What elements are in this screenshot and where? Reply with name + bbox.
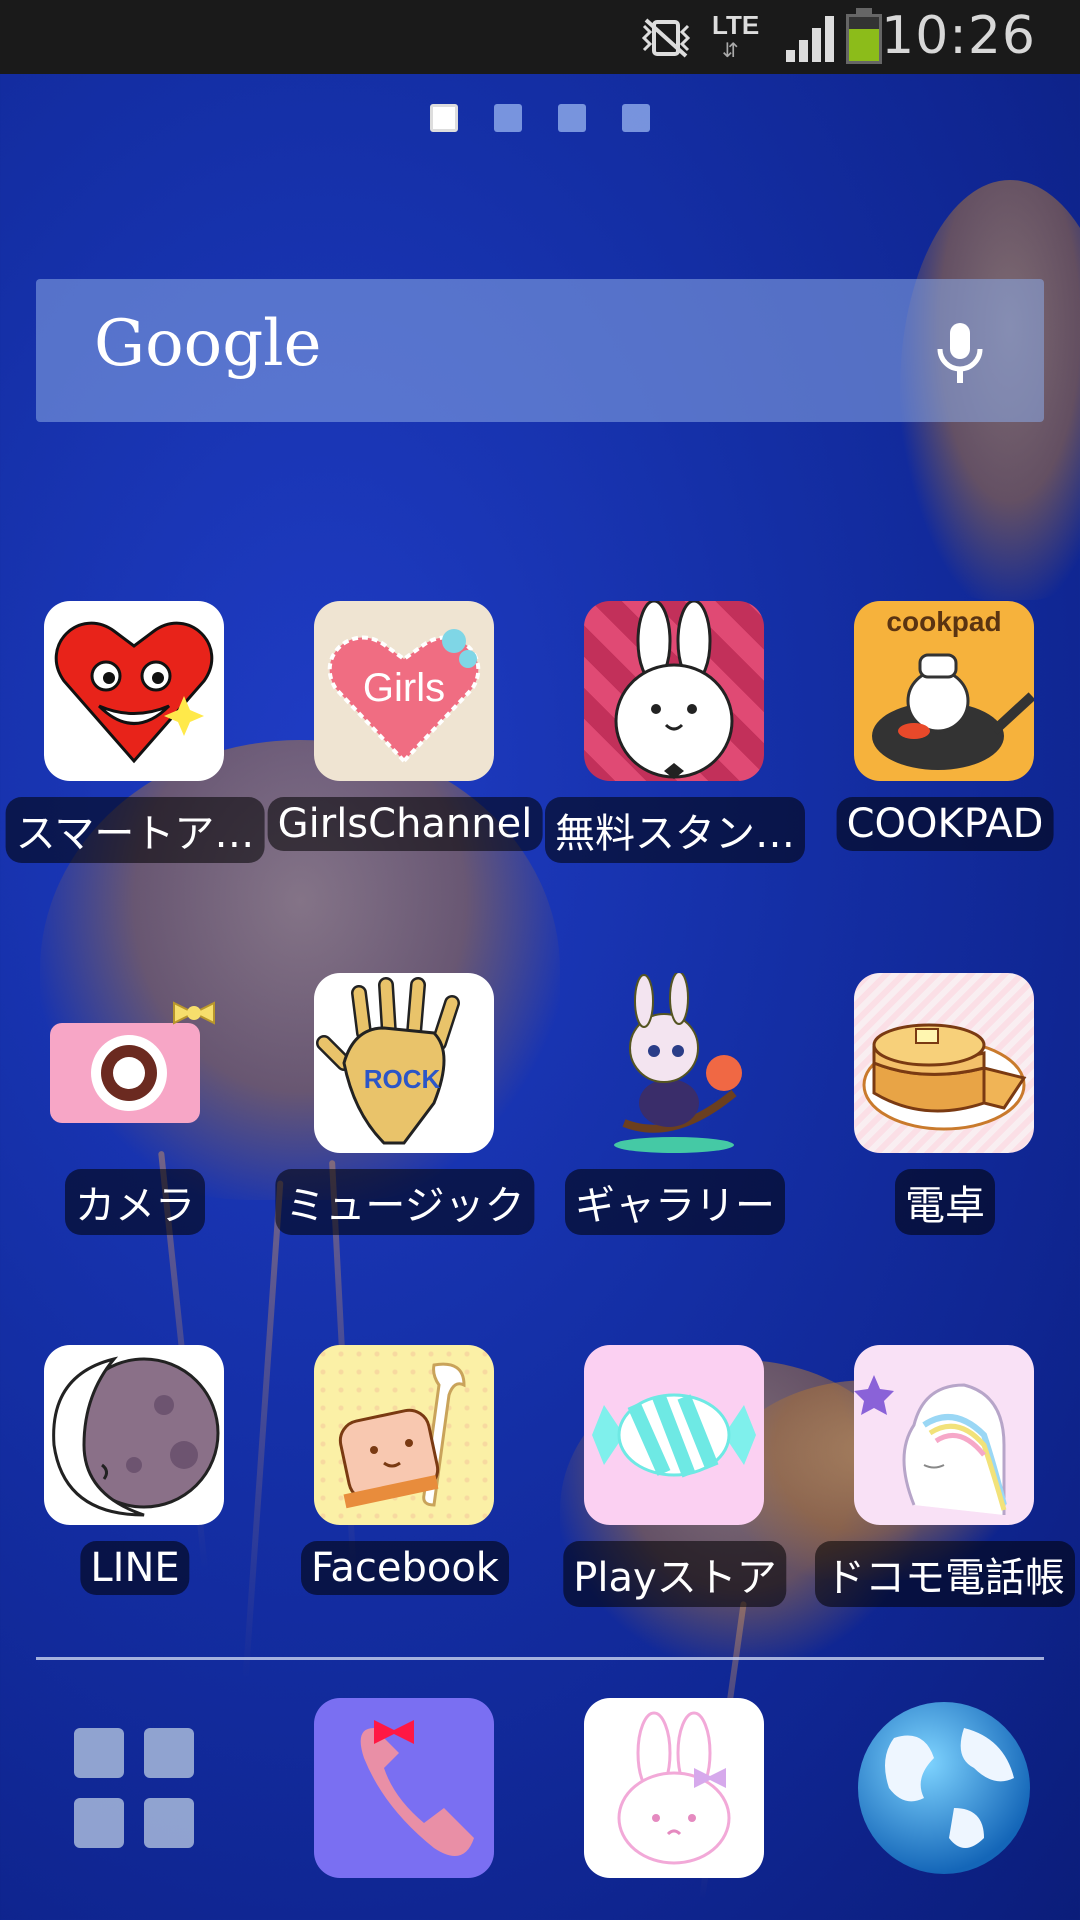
page-dot-4[interactable] — [622, 104, 650, 132]
app-label: ドコモ電話帳 — [815, 1541, 1075, 1607]
phone-button[interactable] — [314, 1698, 494, 1878]
phone-receiver-icon — [314, 1698, 494, 1878]
app-label: 無料スタン… — [545, 797, 805, 863]
data-arrows-icon: ⇵ — [722, 38, 739, 62]
page-dot-1[interactable] — [430, 104, 458, 132]
browser-button[interactable] — [854, 1698, 1034, 1878]
microphone-icon[interactable] — [930, 319, 990, 389]
bunny-character-icon — [584, 973, 764, 1153]
camera-icon — [44, 973, 224, 1153]
icon-text: ROCK — [364, 1064, 441, 1094]
app-label: 電卓 — [895, 1169, 995, 1235]
moon-icon — [44, 1345, 224, 1525]
dock-divider — [36, 1657, 1044, 1660]
app-label: COOKPAD — [836, 797, 1054, 851]
icon-text: cookpad — [886, 606, 1001, 637]
globe-icon — [858, 1702, 1030, 1874]
messages-button[interactable] — [584, 1698, 764, 1878]
google-search-bar[interactable]: Google — [36, 279, 1044, 422]
bunny-face-icon — [584, 1698, 764, 1878]
bread-icon — [314, 1345, 494, 1525]
vibrate-off-icon — [636, 16, 694, 58]
app-drawer-button[interactable] — [44, 1698, 224, 1878]
rabbit-icon — [584, 601, 764, 781]
app-label: Facebook — [301, 1541, 509, 1595]
pancake-icon — [854, 973, 1034, 1153]
page-indicator[interactable] — [0, 104, 1080, 134]
heart-face-icon — [44, 601, 224, 781]
app-label: GirlsChannel — [267, 797, 543, 851]
google-logo: Google — [94, 307, 322, 381]
app-label: Playストア — [563, 1541, 787, 1607]
grid-icon — [74, 1728, 194, 1848]
icon-text: Girls — [363, 666, 445, 710]
app-label: スマートア… — [5, 797, 265, 863]
candy-icon — [584, 1345, 764, 1525]
app-label: カメラ — [65, 1169, 205, 1235]
rock-hand-icon: ROCK — [314, 973, 494, 1153]
clock: 10:26 — [881, 6, 1036, 66]
page-dot-2[interactable] — [494, 104, 522, 132]
girls-heart-icon: Girls — [314, 601, 494, 781]
page-dot-3[interactable] — [558, 104, 586, 132]
app-label: ギャラリー — [565, 1169, 785, 1235]
cookpad-icon: cookpad — [854, 601, 1034, 781]
network-type: LTE — [712, 10, 760, 40]
app-label: LINE — [80, 1541, 190, 1595]
battery-icon — [846, 14, 882, 64]
app-label: ミュージック — [275, 1169, 535, 1235]
status-bar: LTE ⇵ 10:26 — [0, 0, 1080, 74]
unicorn-icon — [854, 1345, 1034, 1525]
